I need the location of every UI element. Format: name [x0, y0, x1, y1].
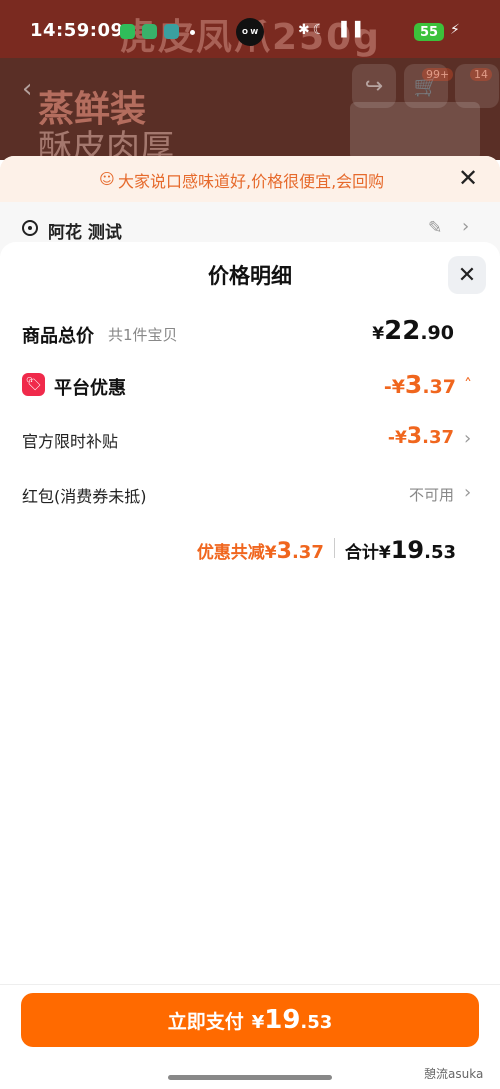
red-packet-label[interactable]: 红包(消费券未抵): [22, 483, 147, 507]
background-subheadline: 酥皮肉厚: [38, 128, 174, 160]
signal-icons: ✱☾ ▐▐: [298, 22, 364, 38]
pay-label: 立即支付: [167, 1010, 244, 1033]
close-icon[interactable]: ✕: [458, 164, 478, 192]
pay-amount: ¥19.53: [251, 1005, 333, 1035]
watermark: 憩流asuka: [424, 1067, 484, 1081]
order-sheet: ☺ 大家说口感味道好,价格很便宜,会回购 ✕ 阿花 测试 ✎ ›: [0, 156, 500, 256]
divider: [333, 538, 335, 558]
back-icon[interactable]: ‹: [22, 74, 32, 104]
official-subsidy-value[interactable]: -¥3.37: [388, 424, 454, 449]
location-pin-icon: [22, 220, 38, 236]
address-name: 阿花 测试: [48, 223, 122, 243]
close-icon: ✕: [457, 262, 477, 288]
chat-icon: ☺: [99, 170, 115, 188]
chevron-up-icon[interactable]: ˄: [464, 375, 472, 394]
notice-text: 大家说口感味道好,价格很便宜,会回购: [118, 172, 385, 191]
cart-badge: 99+: [422, 68, 454, 81]
total-price-label: 商品总价: [22, 326, 94, 347]
pay-now-button[interactable]: 立即支付 ¥19.53: [21, 993, 479, 1047]
status-bar: 14:59:09 O W ✱☾ ▐▐ 55 ⚡: [0, 0, 500, 58]
official-subsidy-label[interactable]: 官方限时补贴: [22, 428, 118, 452]
notification-dot-icon: [190, 30, 195, 35]
red-packet-status[interactable]: 不可用: [409, 484, 454, 505]
close-sheet-button[interactable]: ✕: [448, 256, 486, 294]
platform-discount-value[interactable]: -¥3.37: [384, 370, 456, 399]
ow-logo-icon: O W: [236, 18, 264, 46]
home-indicator[interactable]: [168, 1075, 332, 1080]
total-discount-label: 优惠共减¥: [196, 543, 277, 563]
background-product-image: [350, 102, 480, 160]
chevron-right-icon[interactable]: ›: [464, 428, 471, 449]
total-price-value: ¥22.90: [372, 316, 454, 346]
app-notification-icon: [142, 24, 157, 39]
edit-icon[interactable]: ✎: [428, 218, 442, 238]
charging-icon: ⚡: [450, 22, 460, 38]
tag-icon: 🏷: [22, 373, 45, 396]
app-notification-icon: [164, 24, 179, 39]
summary-row: 优惠共减¥ 3.37 合计¥ 19.53: [197, 536, 456, 564]
price-detail-sheet: 价格明细 ✕ 商品总价 共1件宝贝 ¥22.90 🏷 平台优惠 -¥3.37 ˄…: [0, 242, 500, 1089]
platform-discount-label[interactable]: 平台优惠: [54, 374, 126, 400]
item-count: 共1件宝贝: [108, 326, 178, 344]
sum-label: 合计¥: [344, 543, 391, 563]
more-badge: 14: [470, 68, 492, 81]
sum-value: 19.53: [390, 536, 456, 564]
chevron-right-icon[interactable]: ›: [464, 482, 471, 503]
chevron-right-icon: ›: [462, 216, 470, 237]
app-notification-icon: [120, 24, 135, 39]
review-notice-bar: ☺ 大家说口感味道好,价格很便宜,会回购 ✕: [0, 156, 500, 202]
battery-icon: 55: [414, 23, 444, 41]
bottom-bar: 立即支付 ¥19.53 憩流asuka: [0, 984, 500, 1089]
sheet-title: 价格明细: [208, 264, 292, 288]
status-time: 14:59:09: [30, 20, 124, 41]
total-discount-value: 3.37: [276, 539, 324, 564]
